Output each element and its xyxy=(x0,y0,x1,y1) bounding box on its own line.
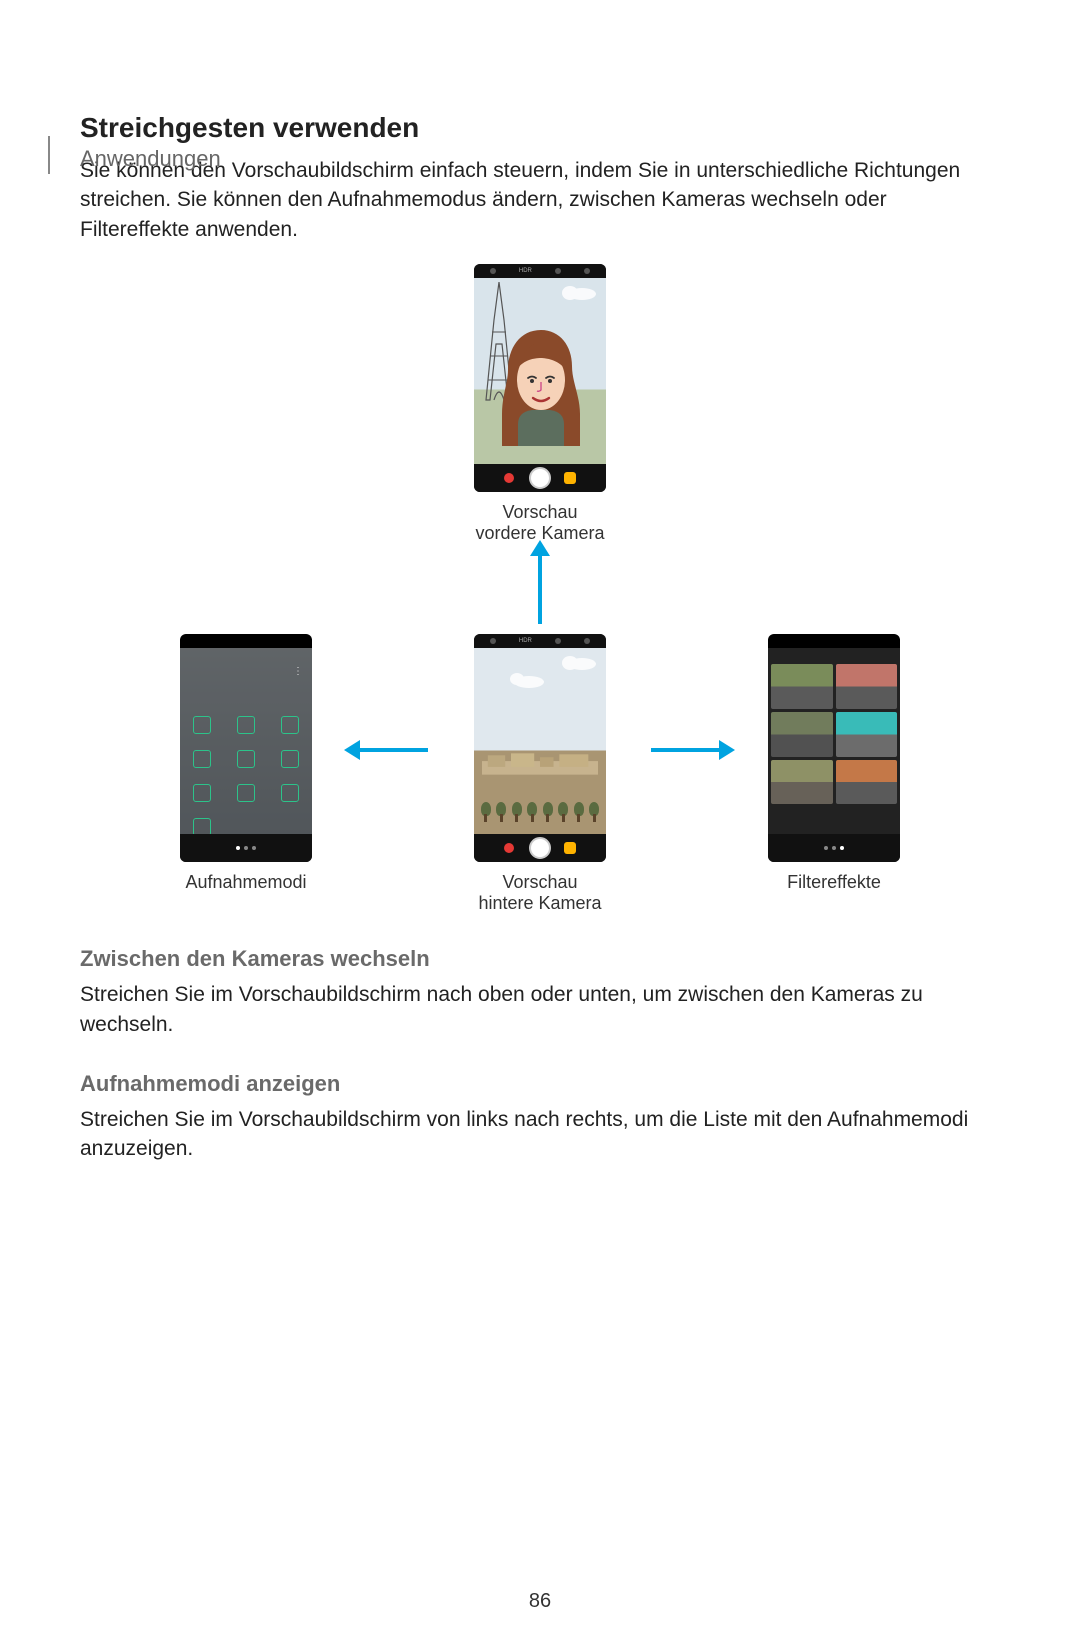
person-illustration xyxy=(500,326,582,446)
page-number: 86 xyxy=(0,1590,1080,1613)
record-button xyxy=(504,473,514,483)
subsection-heading: Aufnahmemodi anzeigen xyxy=(80,1071,1000,1097)
figure-caption-front: Vorschau vordere Kamera xyxy=(474,502,606,544)
flash-icon xyxy=(555,268,561,274)
phone-modes: ⋮ xyxy=(180,634,312,893)
switch-icon xyxy=(584,268,590,274)
filter-thumb xyxy=(771,712,833,757)
mode-item xyxy=(281,750,299,768)
record-button xyxy=(504,843,514,853)
settings-icon xyxy=(490,638,496,644)
mode-item xyxy=(237,784,255,802)
settings-icon xyxy=(490,268,496,274)
breadcrumb: Anwendungen xyxy=(80,146,221,172)
mode-item xyxy=(281,784,299,802)
mode-item xyxy=(193,784,211,802)
figure-caption-back: Vorschau hintere Kamera xyxy=(474,872,606,914)
filter-thumb xyxy=(771,664,833,709)
effects-button xyxy=(564,472,576,484)
filter-thumb xyxy=(771,760,833,805)
figure-caption-filters: Filtereffekte xyxy=(768,872,900,893)
mode-item xyxy=(193,716,211,734)
subsection-body: Streichen Sie im Vorschaubildschirm nach… xyxy=(80,980,1000,1039)
arrow-right-icon xyxy=(651,748,721,752)
flash-icon xyxy=(555,638,561,644)
subsection-heading: Zwischen den Kameras wechseln xyxy=(80,946,1000,972)
gesture-figure: HDR xyxy=(80,264,1000,914)
filter-thumb xyxy=(836,760,898,805)
shutter-button xyxy=(529,837,551,859)
phone-front-preview: HDR xyxy=(474,264,606,544)
filter-thumb xyxy=(836,664,898,709)
filter-thumb xyxy=(836,712,898,757)
shutter-button xyxy=(529,467,551,489)
section-heading: Streichgesten verwenden xyxy=(80,112,1000,144)
switch-icon xyxy=(584,638,590,644)
hdr-icon: HDR xyxy=(519,268,532,274)
overflow-icon: ⋮ xyxy=(293,666,304,677)
arrow-up-icon xyxy=(538,554,542,624)
figure-caption-modes: Aufnahmemodi xyxy=(180,872,312,893)
arrow-left-icon xyxy=(358,748,428,752)
mode-item xyxy=(237,716,255,734)
mode-item xyxy=(193,750,211,768)
mode-item xyxy=(237,750,255,768)
mode-item xyxy=(281,716,299,734)
effects-button xyxy=(564,842,576,854)
phone-filters: Filtereffekte xyxy=(768,634,900,893)
header-divider xyxy=(48,136,50,174)
phone-back-preview: HDR xyxy=(474,634,606,914)
hdr-icon: HDR xyxy=(519,638,532,644)
subsection-body: Streichen Sie im Vorschaubildschirm von … xyxy=(80,1105,1000,1164)
